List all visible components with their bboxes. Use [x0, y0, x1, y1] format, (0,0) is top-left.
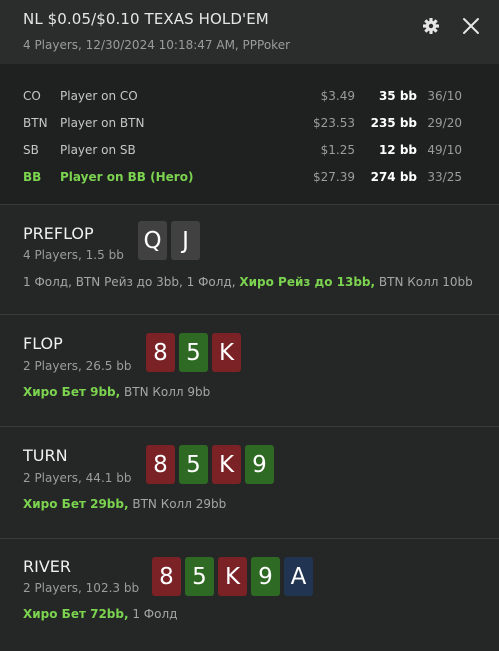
- street-title: PREFLOP: [23, 224, 94, 243]
- playing-card: K: [218, 557, 247, 596]
- playing-card: 9: [251, 557, 280, 596]
- street-subtitle: 2 Players, 44.1 bb: [23, 471, 132, 485]
- hero-action-text: Хиро Бет 72bb,: [23, 607, 129, 621]
- player-row: CO Player on CO $3.49 35 bb 36/10: [0, 85, 499, 109]
- hero-action-text: Хиро Бет 9bb,: [23, 385, 121, 399]
- playing-card: 5: [185, 557, 214, 596]
- action-text: 1 Фолд, BTN Рейз до 3bb, 1 Фолд,: [23, 275, 240, 289]
- player-stack-money: $23.53: [313, 116, 355, 130]
- street-title: RIVER: [23, 557, 72, 576]
- player-position: SB: [23, 143, 39, 157]
- player-stats: 33/25: [427, 170, 462, 184]
- player-name: Player on SB: [60, 143, 136, 157]
- action-text: BTN Колл 9bb: [120, 385, 211, 399]
- playing-card: 9: [245, 445, 274, 484]
- player-position: BB: [23, 170, 42, 184]
- street-turn: TURN 2 Players, 44.1 bb 8 5 K 9 Хиро Бет…: [0, 426, 499, 539]
- hero-hole-cards: Q J: [138, 221, 200, 260]
- street-subtitle: 4 Players, 1.5 bb: [23, 248, 124, 262]
- hand-subtitle: 4 Players, 12/30/2024 10:18:47 AM, PPPok…: [23, 38, 291, 52]
- player-stats: 49/10: [427, 143, 462, 157]
- hero-action-text: Хиро Рейз до 13bb,: [239, 275, 376, 289]
- player-stack-bb: 274 bb: [370, 170, 417, 184]
- street-actions: 1 Фолд, BTN Рейз до 3bb, 1 Фолд, Хиро Ре…: [23, 275, 473, 289]
- street-subtitle: 2 Players, 102.3 bb: [23, 581, 140, 595]
- hero-player-row: BB Player on BB (Hero) $27.39 274 bb 33/…: [0, 166, 499, 190]
- board-cards: 8 5 K: [146, 333, 241, 372]
- street-actions: Хиро Бет 29bb, BTN Колл 29bb: [23, 497, 226, 511]
- player-row: SB Player on SB $1.25 12 bb 49/10: [0, 139, 499, 163]
- street-river: RIVER 2 Players, 102.3 bb 8 5 K 9 A Хиро…: [0, 538, 499, 651]
- street-actions: Хиро Бет 72bb, 1 Фолд: [23, 607, 177, 621]
- street-title: FLOP: [23, 334, 63, 353]
- player-stack-money: $27.39: [313, 170, 355, 184]
- playing-card: J: [171, 221, 200, 260]
- hand-title: NL $0.05/$0.10 TEXAS HOLD'EM: [23, 10, 269, 28]
- playing-card: A: [284, 557, 313, 596]
- player-name: Player on CO: [60, 89, 138, 103]
- playing-card: 8: [146, 333, 175, 372]
- player-stack-bb: 235 bb: [370, 116, 417, 130]
- playing-card: 8: [152, 557, 181, 596]
- street-subtitle: 2 Players, 26.5 bb: [23, 359, 132, 373]
- players-table: CO Player on CO $3.49 35 bb 36/10 BTN Pl…: [0, 64, 499, 204]
- hand-header: NL $0.05/$0.10 TEXAS HOLD'EM 4 Players, …: [0, 0, 499, 64]
- playing-card: 8: [146, 445, 175, 484]
- action-text: BTN Колл 10bb: [375, 275, 473, 289]
- playing-card: K: [212, 445, 241, 484]
- street-flop: FLOP 2 Players, 26.5 bb 8 5 K Хиро Бет 9…: [0, 314, 499, 427]
- player-stack-money: $3.49: [320, 89, 355, 103]
- gear-icon[interactable]: [420, 15, 442, 37]
- player-stats: 36/10: [427, 89, 462, 103]
- player-position: CO: [23, 89, 41, 103]
- street-preflop: PREFLOP 4 Players, 1.5 bb Q J 1 Фолд, BT…: [0, 204, 499, 315]
- playing-card: Q: [138, 221, 167, 260]
- board-cards: 8 5 K 9 A: [152, 557, 313, 596]
- player-row: BTN Player on BTN $23.53 235 bb 29/20: [0, 112, 499, 136]
- action-text: 1 Фолд: [128, 607, 178, 621]
- player-position: BTN: [23, 116, 48, 130]
- player-stack-bb: 35 bb: [378, 89, 417, 103]
- close-icon[interactable]: [459, 14, 483, 38]
- player-name: Player on BTN: [60, 116, 145, 130]
- player-stats: 29/20: [427, 116, 462, 130]
- street-actions: Хиро Бет 9bb, BTN Колл 9bb: [23, 385, 210, 399]
- player-stack-money: $1.25: [320, 143, 355, 157]
- hero-action-text: Хиро Бет 29bb,: [23, 497, 129, 511]
- street-title: TURN: [23, 446, 68, 465]
- player-stack-bb: 12 bb: [378, 143, 417, 157]
- playing-card: K: [212, 333, 241, 372]
- player-name: Player on BB (Hero): [60, 170, 194, 184]
- playing-card: 5: [179, 333, 208, 372]
- board-cards: 8 5 K 9: [146, 445, 274, 484]
- playing-card: 5: [179, 445, 208, 484]
- action-text: BTN Колл 29bb: [128, 497, 227, 511]
